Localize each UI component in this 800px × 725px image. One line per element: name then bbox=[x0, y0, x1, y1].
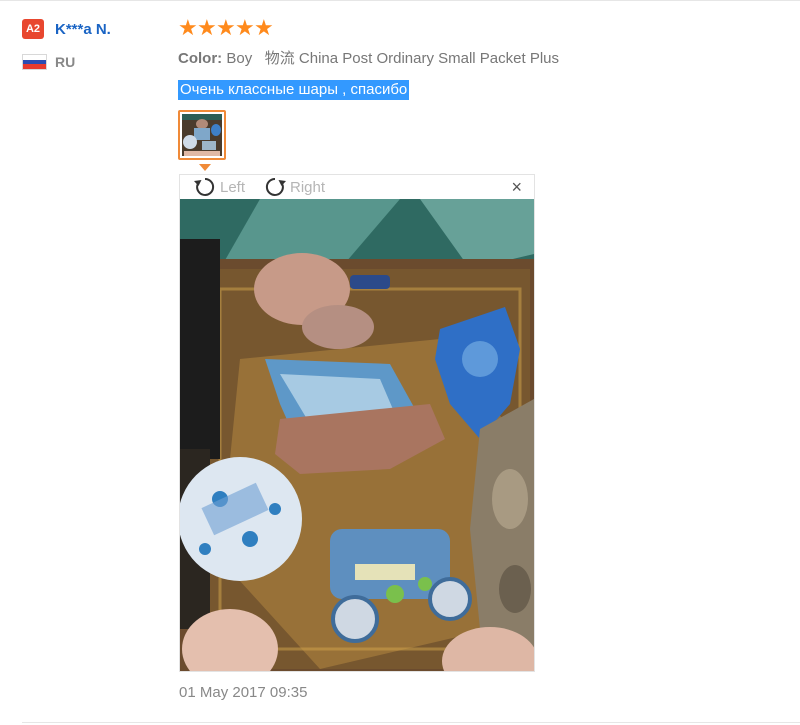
review-text: Очень классные шары , спасибо bbox=[178, 80, 410, 100]
review-content: ★ ★ ★ ★ ★ Color: Boy 物流 China Post Ordin… bbox=[178, 15, 788, 100]
rotate-right-icon bbox=[265, 177, 286, 196]
photo-thumbnail[interactable] bbox=[178, 110, 226, 171]
rotate-right-button[interactable]: Right bbox=[262, 176, 325, 198]
close-viewer-button[interactable]: × bbox=[511, 177, 522, 197]
thumbnail-image bbox=[182, 114, 222, 156]
russia-flag-icon bbox=[22, 54, 47, 70]
reviewer-country: RU bbox=[55, 54, 76, 70]
rotate-left-label: Left bbox=[220, 178, 246, 196]
review-photo bbox=[180, 199, 534, 671]
order-attributes: Color: Boy 物流 China Post Ordinary Small … bbox=[178, 47, 788, 68]
logistics-label: 物流 bbox=[264, 50, 295, 67]
top-divider bbox=[0, 0, 800, 1]
star-icon: ★ bbox=[254, 15, 274, 40]
buyer-level-badge: A2 bbox=[22, 19, 44, 39]
viewer-toolbar: Left Right × bbox=[180, 175, 534, 200]
reviewer-name[interactable]: K***a N. bbox=[55, 21, 111, 38]
review-date: 01 May 2017 09:35 bbox=[179, 684, 308, 701]
photo-viewer: Left Right × bbox=[179, 174, 535, 672]
star-icon: ★ bbox=[216, 15, 236, 40]
color-label: Color: bbox=[178, 50, 223, 67]
logistics-value: China Post Ordinary Small Packet Plus bbox=[298, 50, 560, 67]
star-icon: ★ bbox=[197, 15, 217, 40]
color-value: Boy bbox=[226, 50, 253, 67]
review-photo-thumbnails bbox=[178, 110, 226, 171]
rotate-left-button[interactable]: Left bbox=[192, 176, 245, 198]
active-thumbnail-caret bbox=[199, 164, 211, 171]
star-rating: ★ ★ ★ ★ ★ bbox=[178, 15, 788, 40]
rotate-left-icon bbox=[194, 177, 215, 196]
rotate-right-label: Right bbox=[290, 178, 326, 196]
star-icon: ★ bbox=[178, 15, 198, 40]
reviewer-info: A2 K***a N. RU bbox=[22, 18, 172, 72]
star-icon: ★ bbox=[235, 15, 255, 40]
bottom-divider bbox=[22, 722, 800, 723]
